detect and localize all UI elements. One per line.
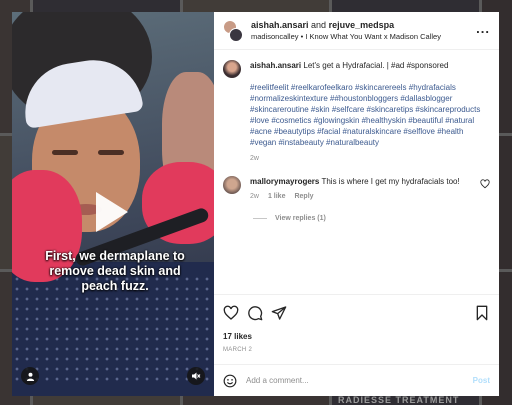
post-header: aishah.ansari and rejuve_medspa madisonc…: [214, 12, 499, 50]
mute-button[interactable]: [187, 367, 205, 385]
comment-age: 2w: [250, 193, 259, 200]
reply-button[interactable]: Reply: [294, 193, 313, 200]
comment-item: mallorymayrogers This is where I get my …: [223, 176, 490, 200]
caption-row: aishah.ansari Let's get a Hydrafacial. |…: [223, 60, 490, 162]
speaker-muted-icon: [192, 372, 201, 380]
bookmark-icon[interactable]: [474, 305, 490, 321]
more-options-icon[interactable]: ...: [476, 21, 490, 41]
collaborator-username[interactable]: rejuve_medspa: [329, 20, 395, 30]
caption-author[interactable]: aishah.ansari: [250, 61, 301, 70]
avatar[interactable]: [223, 176, 241, 194]
post-date: MARCH 2: [223, 347, 253, 353]
action-bar: [223, 301, 490, 325]
avatar: [229, 27, 243, 42]
background-post-label: RADIESSE TREATMENT: [338, 395, 460, 405]
comments-section: aishah.ansari Let's get a Hydrafacial. |…: [214, 50, 499, 294]
reel-video[interactable]: First, we dermaplane to remove dead skin…: [12, 12, 214, 396]
audio-track-link[interactable]: madisoncalley • I Know What You Want x M…: [251, 31, 476, 43]
play-icon[interactable]: [96, 192, 128, 232]
user-icon: [26, 372, 34, 381]
comment-heart-icon[interactable]: [480, 179, 490, 189]
tagged-user-button[interactable]: [21, 367, 39, 385]
post-details: aishah.ansari and rejuve_medspa madisonc…: [214, 12, 499, 396]
comment-text: This is where I get my hydrafacials too!: [321, 177, 460, 186]
view-replies-button[interactable]: View replies (1): [253, 215, 490, 222]
comment-likes[interactable]: 1 like: [268, 193, 286, 200]
avatar[interactable]: [223, 60, 241, 78]
caption-hashtags[interactable]: #reelitfeelit #reelkarofeelkaro #skincar…: [250, 82, 490, 148]
video-caption-overlay: First, we dermaplane to remove dead skin…: [45, 249, 185, 293]
comment-author[interactable]: mallorymayrogers: [250, 177, 319, 186]
comment-icon[interactable]: [247, 305, 263, 321]
likes-count[interactable]: 17 likes: [223, 332, 490, 341]
caption-text: Let's get a Hydrafacial. | #ad #sponsore…: [303, 61, 449, 70]
collab-avatars[interactable]: [223, 19, 243, 42]
connector-text: and: [311, 19, 327, 30]
add-comment-bar: Post: [214, 364, 499, 396]
post-actions-area: 17 likes MARCH 2: [214, 294, 499, 353]
heart-icon[interactable]: [223, 305, 239, 321]
share-icon[interactable]: [271, 305, 287, 321]
author-username[interactable]: aishah.ansari: [251, 20, 309, 30]
emoji-icon[interactable]: [223, 374, 237, 388]
caption-age: 2w: [250, 155, 259, 162]
post-comment-button[interactable]: Post: [473, 376, 490, 385]
post-modal: First, we dermaplane to remove dead skin…: [12, 12, 499, 396]
comment-input[interactable]: [246, 376, 473, 385]
